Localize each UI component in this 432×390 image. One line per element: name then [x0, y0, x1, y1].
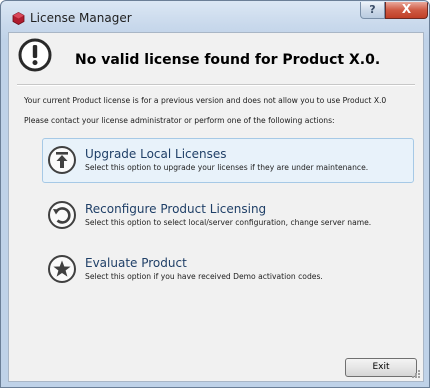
- warning-icon: [18, 38, 52, 72]
- page-title: No valid license found for Product X.0.: [75, 52, 381, 68]
- close-button[interactable]: X: [385, 2, 428, 19]
- help-button[interactable]: ?: [360, 2, 385, 19]
- option-title: Evaluate Product: [85, 256, 187, 270]
- upgrade-local-licenses-option[interactable]: Upgrade Local Licenses Select this optio…: [42, 138, 414, 183]
- license-manager-window: License Manager ? X No valid license fou…: [0, 0, 430, 388]
- evaluate-product-option[interactable]: Evaluate Product Select this option if y…: [42, 247, 414, 292]
- star-icon: [48, 255, 76, 283]
- resize-grip-icon[interactable]: [411, 369, 421, 379]
- app-icon: [12, 12, 25, 25]
- window-title: License Manager: [30, 11, 132, 25]
- option-title: Upgrade Local Licenses: [85, 147, 227, 161]
- option-title: Reconfigure Product Licensing: [85, 202, 267, 216]
- option-description: Select this option to upgrade your licen…: [85, 163, 369, 172]
- instruction-message: Please contact your license administrato…: [24, 116, 335, 125]
- reconfigure-product-licensing-option[interactable]: Reconfigure Product Licensing Select thi…: [42, 193, 414, 238]
- dialog-body: No valid license found for Product X.0. …: [8, 32, 424, 382]
- option-description: Select this option if you have received …: [85, 272, 323, 281]
- option-description: Select this option to select local/serve…: [85, 218, 372, 227]
- reconfigure-icon: [48, 201, 76, 229]
- exit-button[interactable]: Exit: [345, 358, 417, 377]
- close-icon: X: [401, 2, 412, 16]
- header-divider: [17, 84, 415, 86]
- upgrade-icon: [48, 146, 76, 174]
- title-bar[interactable]: License Manager ? X: [1, 1, 429, 33]
- license-message: Your current Product license is for a pr…: [24, 96, 387, 105]
